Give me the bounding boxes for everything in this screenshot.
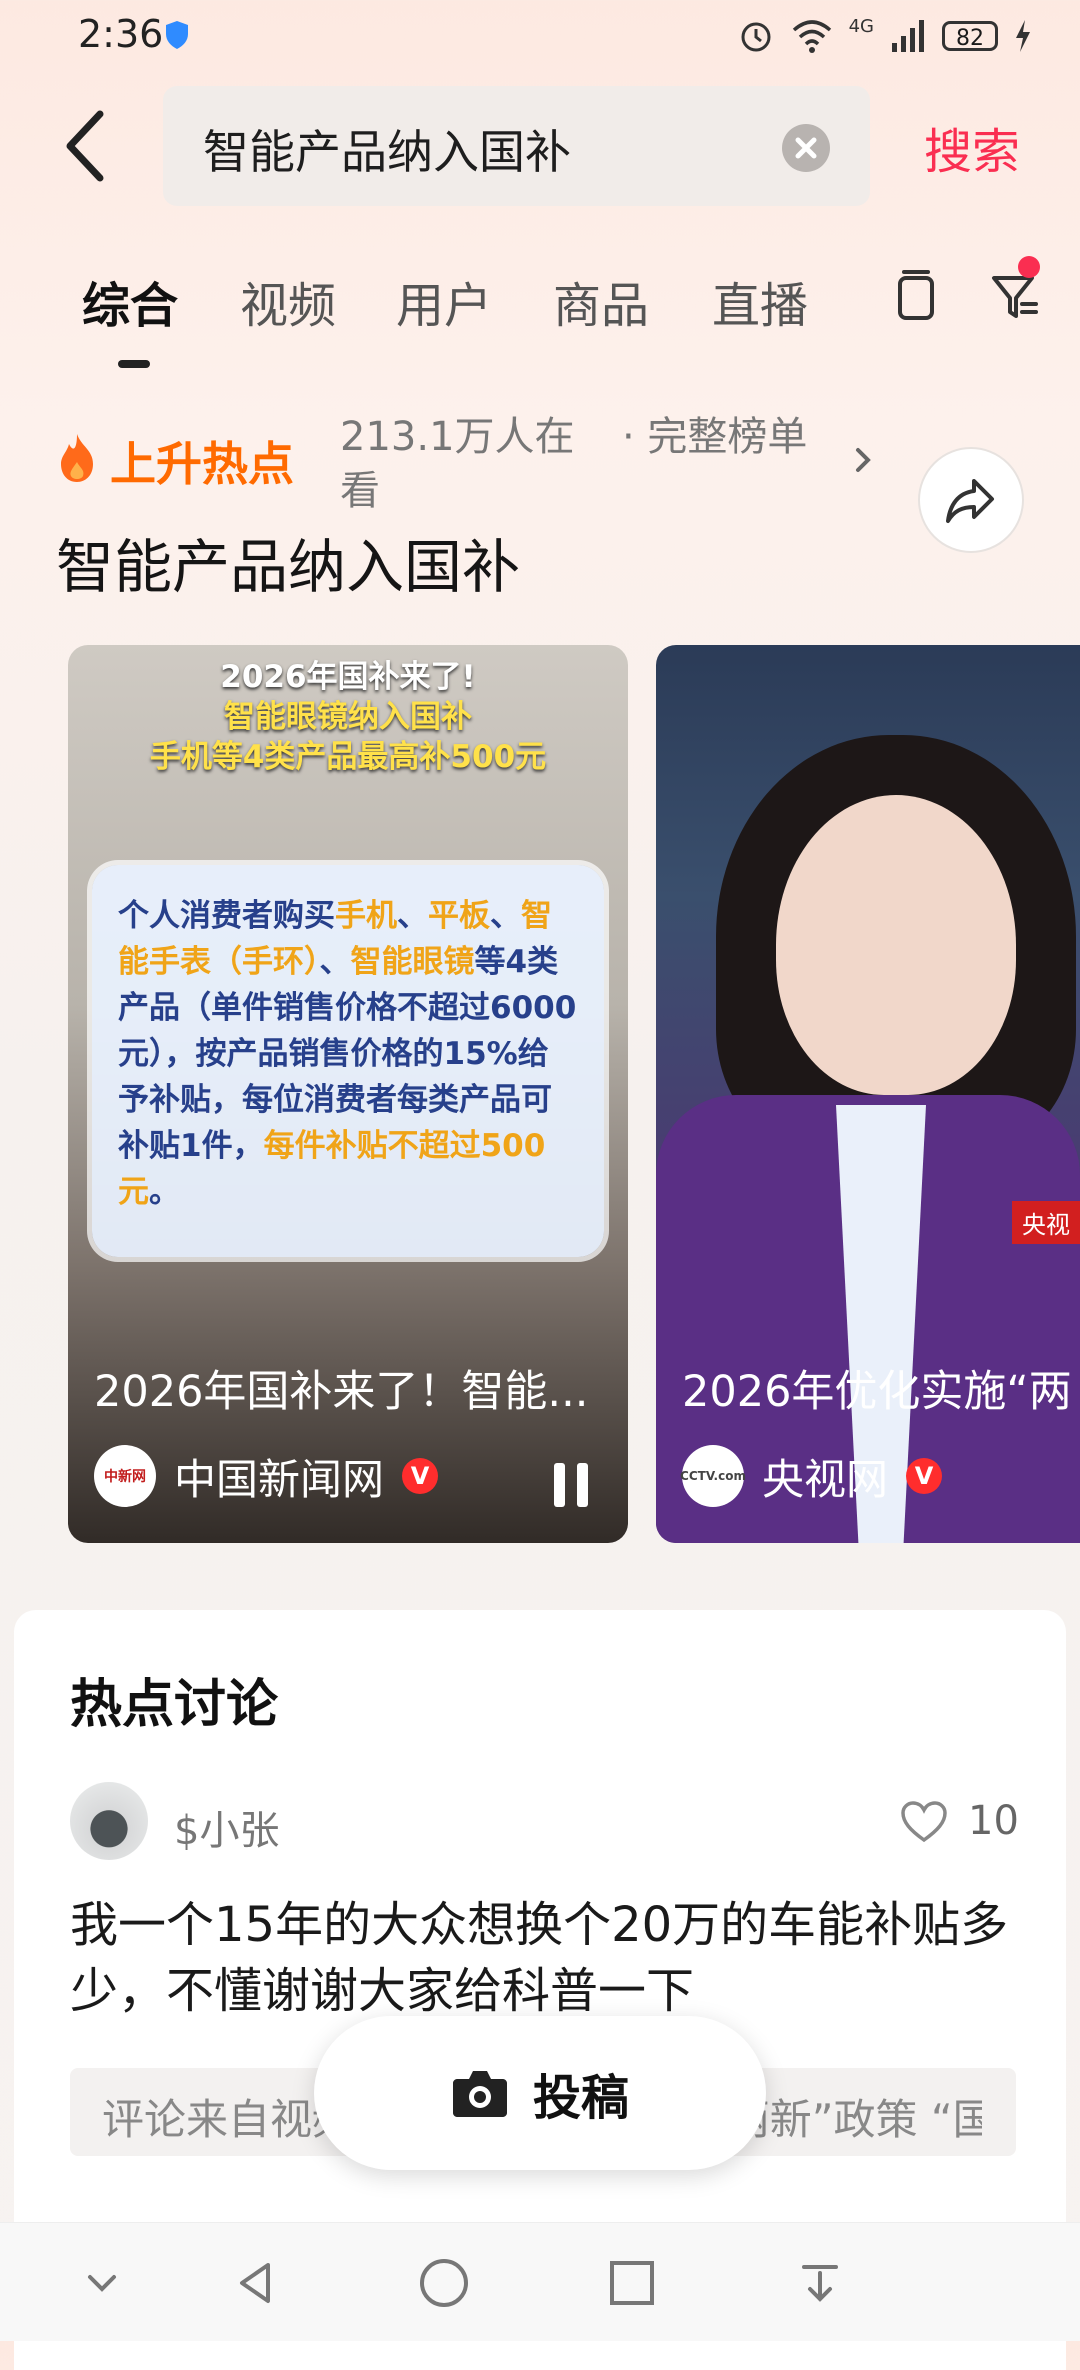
verified-badge: V xyxy=(402,1458,439,1494)
anchor-face xyxy=(776,795,1016,1095)
author-name: 中国新闻网 xyxy=(174,1454,385,1504)
fire-icon xyxy=(61,434,93,482)
hot-topic-title: 智能产品纳入国补 xyxy=(56,533,521,601)
tab-products[interactable]: 商品 xyxy=(553,266,649,336)
hot-rising-label: 上升热点 xyxy=(110,437,294,491)
camera-icon xyxy=(452,2071,507,2117)
status-icons: 4G 82 xyxy=(737,14,1032,58)
section-title: 热点讨论 xyxy=(70,1675,279,1735)
verified-badge: V xyxy=(906,1458,943,1494)
info-text: 手机 xyxy=(335,898,397,934)
author-row[interactable]: 中新网 中国新闻网 V xyxy=(94,1445,439,1507)
filter-icon[interactable] xyxy=(986,266,1046,326)
pause-icon[interactable] xyxy=(550,1461,592,1509)
channel-tag: 央视 xyxy=(1012,1201,1080,1244)
info-text: 智能眼镜 xyxy=(350,944,475,980)
active-tab-indicator xyxy=(118,360,150,368)
info-text: 、 xyxy=(397,898,428,934)
share-button[interactable] xyxy=(918,447,1024,553)
shield-icon xyxy=(166,21,188,49)
video-card[interactable]: 2026年国补来了! 智能眼镜纳入国补 手机等4类产品最高补500元 个人消费者… xyxy=(68,645,628,1543)
info-text: 平板 xyxy=(428,898,490,934)
search-query: 智能产品纳入国补 xyxy=(203,125,571,179)
status-time: 2:36 xyxy=(78,12,164,56)
card-headline: 2026年国补来了! 智能眼镜纳入国补 手机等4类产品最高补500元 xyxy=(68,657,628,777)
network-label: 4G xyxy=(848,15,874,37)
search-input[interactable]: 智能产品纳入国补 xyxy=(163,86,870,206)
video-card[interactable]: 央视 2026年优化实施“两 CCTV.com 央视网 V xyxy=(656,645,1080,1543)
like-count: 10 xyxy=(968,1798,1019,1844)
tab-all[interactable]: 综合 xyxy=(82,266,178,336)
heart-icon[interactable] xyxy=(900,1800,948,1844)
viewer-count: 213.1万人在看 xyxy=(340,414,575,514)
post-button[interactable]: 投稿 xyxy=(314,2016,766,2170)
subsidy-info-box: 个人消费者购买手机、平板、智能手表（手环）、智能眼镜等4类产品（单件销售价格不超… xyxy=(92,865,604,1257)
tab-users[interactable]: 用户 xyxy=(396,266,492,336)
headline-line-3: 手机等4类产品最高补500元 xyxy=(149,739,547,775)
signal-icon xyxy=(892,20,924,52)
layout-toggle-icon[interactable] xyxy=(886,266,946,326)
charging-icon xyxy=(1016,20,1030,52)
info-text: 。 xyxy=(149,1174,180,1210)
post-button-label: 投稿 xyxy=(532,2070,629,2126)
recents-icon[interactable] xyxy=(602,2253,662,2313)
full-ranking-link[interactable]: · 完整榜单 xyxy=(622,410,822,464)
tab-live[interactable]: 直播 xyxy=(712,266,808,336)
home-icon[interactable] xyxy=(414,2253,474,2313)
back-arrow-icon[interactable] xyxy=(60,106,110,186)
video-caption: 2026年优化实施“两 xyxy=(682,1367,1072,1417)
search-button[interactable]: 搜索 xyxy=(924,112,1020,182)
back-icon[interactable] xyxy=(226,2253,286,2313)
avatar: 中新网 xyxy=(94,1445,156,1507)
tab-video[interactable]: 视频 xyxy=(240,266,336,336)
battery-indicator: 82 xyxy=(942,21,998,51)
post-text[interactable]: 我一个15年的大众想换个20万的车能补贴多少，不懂谢谢大家给科普一下 xyxy=(70,1892,1030,2024)
user-name[interactable]: $小张 xyxy=(174,1798,279,1856)
info-text: 、 xyxy=(319,944,351,980)
chevron-down-icon[interactable] xyxy=(72,2253,132,2313)
share-icon xyxy=(946,479,994,523)
author-name: 央视网 xyxy=(762,1454,889,1504)
avatar: CCTV.com xyxy=(680,1445,746,1507)
clear-icon[interactable] xyxy=(782,124,830,172)
headline-line-2: 智能眼镜纳入国补 xyxy=(224,699,472,735)
info-text: 个人消费者购买 xyxy=(118,898,335,934)
wifi-icon xyxy=(792,20,831,53)
chevron-right-icon[interactable] xyxy=(848,440,878,480)
video-caption: 2026年国补来了！智能... xyxy=(94,1367,589,1417)
notification-dot xyxy=(1018,256,1040,278)
info-text: 、 xyxy=(490,898,521,934)
system-nav-bar xyxy=(0,2222,1080,2341)
avatar[interactable] xyxy=(70,1782,148,1860)
alarm-icon xyxy=(741,22,771,52)
author-row[interactable]: CCTV.com 央视网 V xyxy=(680,1445,943,1507)
headline-line-1: 2026年国补来了! xyxy=(220,659,476,695)
notification-pull-icon[interactable] xyxy=(790,2253,850,2313)
